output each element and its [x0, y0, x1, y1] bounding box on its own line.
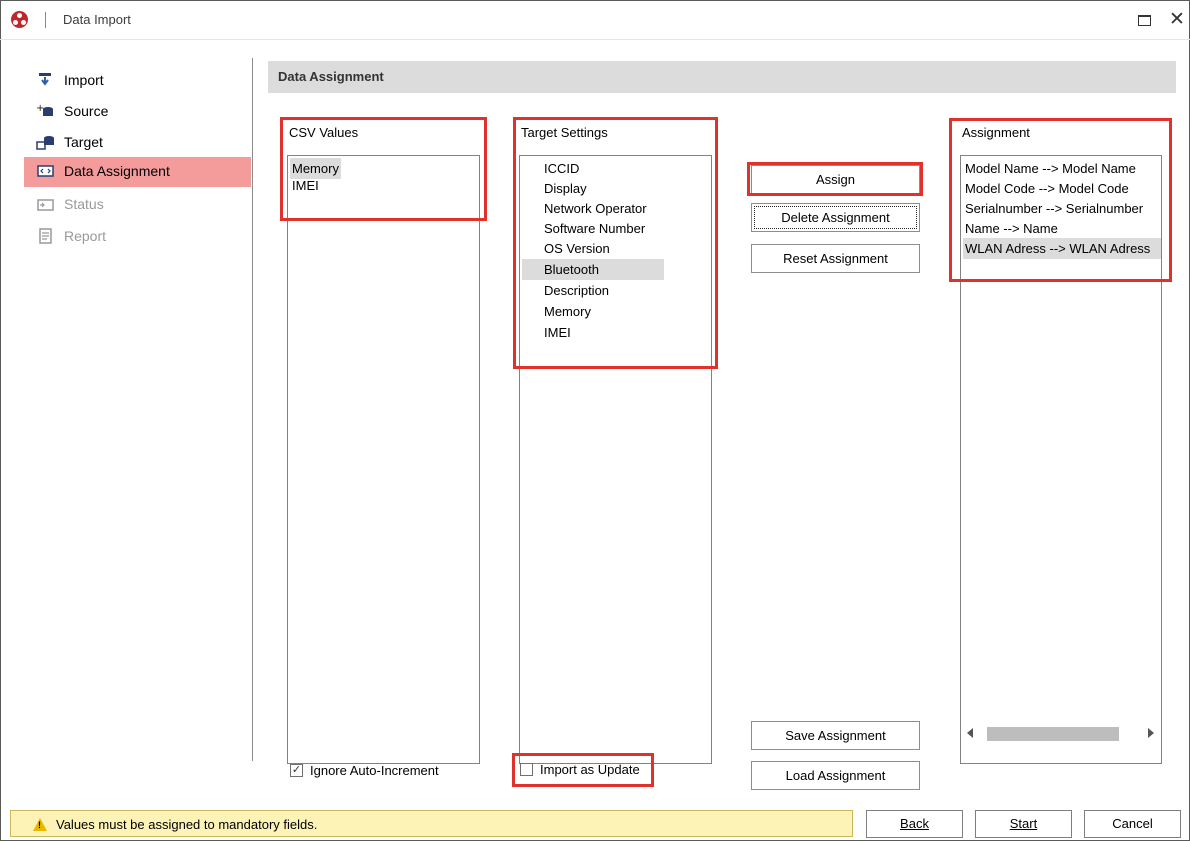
- list-item[interactable]: Display: [542, 178, 589, 199]
- section-title: Data Assignment: [278, 69, 384, 84]
- assign-button[interactable]: Assign: [751, 165, 920, 194]
- back-label: Back: [900, 816, 929, 831]
- ignore-auto-increment-label: Ignore Auto-Increment: [310, 763, 439, 778]
- ignore-auto-increment-checkbox[interactable]: ✓: [290, 764, 303, 777]
- nav-item-label: Source: [64, 103, 109, 119]
- app-logo-icon: [11, 11, 28, 28]
- section-header: Data Assignment: [268, 61, 1176, 93]
- list-item[interactable]: Software Number: [542, 218, 647, 239]
- list-item[interactable]: IMEI: [542, 322, 573, 343]
- save-assignment-button[interactable]: Save Assignment: [751, 721, 920, 750]
- list-item[interactable]: Name --> Name: [963, 218, 1060, 239]
- scrollbar-thumb[interactable]: [987, 727, 1119, 741]
- nav-item-label: Status: [64, 196, 104, 212]
- scroll-right-icon[interactable]: [1148, 728, 1154, 738]
- import-as-update-label: Import as Update: [540, 762, 640, 777]
- list-item[interactable]: OS Version: [542, 238, 612, 259]
- close-button[interactable]: ✕: [1169, 10, 1185, 29]
- start-button[interactable]: Start: [975, 810, 1072, 838]
- status-bar: ! Values must be assigned to mandatory f…: [10, 810, 853, 837]
- title-separator: [45, 12, 46, 28]
- sidebar-divider: [252, 58, 253, 761]
- list-item[interactable]: Serialnumber --> Serialnumber: [963, 198, 1145, 219]
- nav-item-label: Data Assignment: [64, 163, 170, 179]
- nav-item-label: Target: [64, 134, 103, 150]
- target-settings-list[interactable]: ICCID Display Network Operator Software …: [519, 155, 712, 764]
- nav-item-source[interactable]: + Source: [24, 97, 251, 127]
- report-icon: [39, 228, 52, 244]
- load-assignment-button[interactable]: Load Assignment: [751, 761, 920, 790]
- list-item[interactable]: Memory: [542, 301, 593, 322]
- target-settings-label: Target Settings: [521, 125, 608, 140]
- nav-item-data-assignment[interactable]: Data Assignment: [24, 157, 251, 187]
- list-item[interactable]: WLAN Adress --> WLAN Adress: [963, 238, 1161, 259]
- import-arrow-icon: [39, 73, 51, 86]
- nav-item-label: Report: [64, 228, 107, 244]
- assignment-label: Assignment: [962, 125, 1030, 140]
- nav-item-report[interactable]: Report: [24, 222, 251, 252]
- list-item[interactable]: Model Code --> Model Code: [963, 178, 1131, 199]
- list-item[interactable]: Model Name --> Model Name: [963, 158, 1138, 179]
- assignment-list[interactable]: Model Name --> Model Name Model Code -->…: [960, 155, 1162, 764]
- maximize-button[interactable]: [1138, 15, 1151, 26]
- warning-icon: !: [33, 818, 47, 831]
- reset-assignment-button[interactable]: Reset Assignment: [751, 244, 920, 273]
- source-db-icon: +: [36, 103, 53, 116]
- target-db-icon: [36, 136, 54, 150]
- nav-item-target[interactable]: Target: [24, 128, 251, 158]
- list-item[interactable]: Network Operator: [542, 198, 649, 219]
- assignment-horizontal-scrollbar[interactable]: [962, 725, 1160, 742]
- csv-values-list[interactable]: Memory IMEI: [287, 155, 480, 764]
- list-item[interactable]: Description: [542, 280, 611, 301]
- list-item[interactable]: Bluetooth: [522, 259, 664, 280]
- nav-item-label: Import: [64, 72, 104, 88]
- window-title: Data Import: [63, 12, 131, 27]
- nav-item-import[interactable]: Import: [24, 66, 251, 96]
- status-message: Values must be assigned to mandatory fie…: [56, 817, 318, 832]
- delete-assignment-button[interactable]: Delete Assignment: [751, 203, 920, 232]
- scroll-left-icon[interactable]: [967, 728, 973, 738]
- assignment-icon: [37, 165, 54, 177]
- nav-item-status[interactable]: Status: [24, 190, 251, 220]
- list-item[interactable]: IMEI: [290, 175, 321, 196]
- cancel-button[interactable]: Cancel: [1084, 810, 1181, 838]
- back-button[interactable]: Back: [866, 810, 963, 838]
- list-item[interactable]: ICCID: [542, 158, 581, 179]
- status-icon: [37, 199, 54, 211]
- csv-values-label: CSV Values: [289, 125, 359, 140]
- start-label: Start: [1009, 816, 1038, 831]
- import-as-update-checkbox[interactable]: [520, 763, 533, 776]
- title-bar: Data Import ✕: [0, 0, 1190, 40]
